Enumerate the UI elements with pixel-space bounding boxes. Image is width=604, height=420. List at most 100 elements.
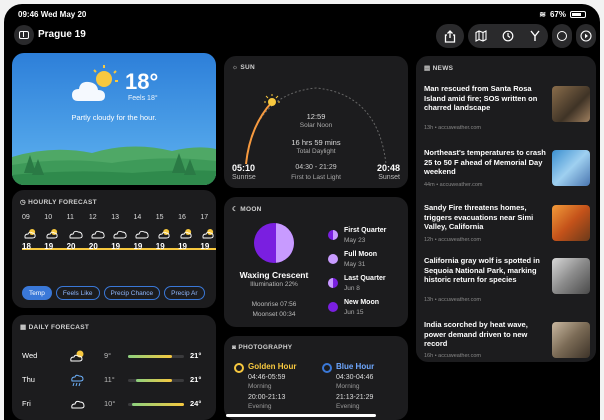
total-daylight: 16 hrs 59 mins	[291, 138, 341, 147]
partly-sunny-icon	[158, 229, 170, 239]
golden-morning-label: Morning	[248, 383, 272, 390]
hour-temperature: 20	[66, 242, 76, 251]
news-thumbnail	[552, 258, 590, 294]
share-button[interactable]	[439, 25, 461, 47]
feels-like-temperature: Feels 18°	[128, 95, 158, 102]
hour-label: 11	[66, 214, 74, 221]
sidebar-icon	[19, 31, 29, 39]
current-temperature: 18°	[125, 69, 159, 94]
day-low: 10°	[104, 399, 116, 408]
blue-hour-title: Blue Hour	[336, 362, 375, 371]
daily-title: DAILY FORECAST	[28, 324, 90, 331]
tab-precip-amount[interactable]: Precip Ar	[164, 286, 205, 300]
news-source: 12h • accuweather.com	[424, 237, 481, 243]
current-conditions-card[interactable]: 18° Feels 18° Partly cloudy for the hour…	[12, 53, 216, 185]
play-button[interactable]	[576, 25, 596, 47]
moonset-time: Moonset 00:34	[252, 311, 296, 318]
hour-labels: 09 10 11 12 13 14 15 16 17	[22, 214, 216, 221]
moon-phase-item: First Quarter May 23	[328, 227, 408, 249]
blue-morning-time: 04:30-04:46	[336, 374, 374, 381]
hour-label: 15	[155, 214, 164, 221]
hour-temperature: 19	[200, 242, 210, 251]
sun-card[interactable]: ☼ SUN 12:59 Solar Noon 16 hrs 59 mins To…	[224, 56, 408, 188]
hour-temperatures: 18 19 20 20 19 19 19 19 19	[22, 242, 216, 251]
calendar-icon: ▦	[20, 324, 27, 331]
camera-icon: ◙	[232, 344, 237, 351]
news-card[interactable]: ▤ NEWS Man rescued from Santa Rosa Islan…	[416, 56, 596, 362]
phase-date: Jun 8	[344, 285, 360, 292]
news-item[interactable]: Sandy Fire threatens homes, triggers eva…	[424, 203, 592, 247]
hour-temperature: 19	[111, 242, 121, 251]
status-time: 09:46	[18, 10, 39, 19]
battery-percent: 67%	[549, 10, 566, 19]
day-label: Fri	[22, 399, 31, 408]
news-source: 13h • accuweather.com	[424, 125, 481, 131]
news-source: 16h • accuweather.com	[424, 353, 481, 359]
hourly-forecast-card[interactable]: ◷ HOURLY FORECAST 09 10 11 12 13 14 15 1…	[12, 190, 216, 308]
news-thumbnail	[552, 322, 590, 358]
phase-date: May 23	[344, 237, 366, 244]
hour-temperature: 19	[133, 242, 143, 251]
radar-button-group	[552, 24, 572, 48]
day-low: 11°	[104, 375, 115, 384]
daily-row[interactable]: Wed 9° 21°	[22, 349, 212, 363]
temperature-range-bar	[128, 403, 184, 406]
last-quarter-icon	[328, 278, 338, 288]
news-thumbnail	[552, 205, 590, 241]
hour-temperature: 20	[88, 242, 98, 251]
fork-icon	[530, 30, 540, 41]
status-date: Wed May 20	[40, 10, 87, 19]
hour-label: 14	[133, 214, 142, 221]
daily-row[interactable]: Thu 11° 21°	[22, 373, 212, 387]
moon-title: MOON	[240, 206, 262, 213]
hour-label: 09	[22, 214, 30, 221]
cloud-icon	[135, 230, 150, 239]
history-button[interactable]	[497, 25, 519, 47]
hour-temperature: 19	[155, 242, 165, 251]
cloud-icon	[69, 230, 83, 239]
blue-evening-time: 21:13-21:29	[336, 394, 374, 401]
tab-feels-like[interactable]: Feels Like	[55, 286, 100, 300]
radar-button[interactable]	[552, 25, 572, 47]
view-button-group	[468, 24, 548, 48]
tab-precip-chance[interactable]: Precip Chance	[103, 286, 161, 300]
map-icon	[475, 30, 487, 42]
hour-label: 13	[111, 214, 119, 221]
golden-evening-time: 20:00-21:13	[248, 394, 286, 401]
temperature-range-fill	[136, 379, 172, 382]
daily-row[interactable]: Fri 10° 24°	[22, 397, 212, 411]
battery-icon	[570, 11, 586, 18]
day-high: 21°	[190, 375, 202, 384]
photography-title: PHOTOGRAPHY	[238, 344, 293, 351]
toolbar: Prague 19	[4, 22, 600, 52]
temperature-range-fill	[128, 355, 172, 358]
news-item[interactable]: Northeast's temperatures to crash 25 to …	[424, 148, 592, 192]
news-thumbnail	[552, 86, 590, 122]
moon-phase-item: New Moon Jun 15	[328, 299, 408, 321]
solar-noon-label: Solar Noon	[299, 122, 333, 129]
tab-temp[interactable]: Temp	[22, 286, 52, 300]
sun-position-marker	[268, 98, 276, 106]
daily-forecast-card[interactable]: ▦ DAILY FORECAST Wed 9° 21° Thu 11° 21° …	[12, 315, 216, 420]
hour-label: 17	[200, 214, 209, 221]
moon-card[interactable]: ☾ MOON Waxing Crescent Illumination 22% …	[224, 197, 408, 327]
newspaper-icon: ▤	[424, 65, 431, 72]
sidebar-toggle-button[interactable]	[14, 25, 34, 45]
hourly-metric-tabs: Temp Feels Like Precip Chance Precip Ar	[22, 286, 205, 300]
day-high: 24°	[190, 399, 202, 408]
news-item[interactable]: Man rescued from Santa Rosa Island amid …	[424, 84, 592, 136]
temperature-range-bar	[128, 379, 184, 382]
clock-icon: ◷	[20, 199, 26, 206]
golden-hour-icon	[234, 363, 244, 373]
forecast-split-button[interactable]	[524, 25, 546, 47]
news-title: NEWS	[432, 65, 454, 72]
photography-card[interactable]: ◙ PHOTOGRAPHY Golden Hour 04:46-05:59 Mo…	[224, 336, 408, 420]
day-high: 21°	[190, 351, 202, 360]
map-button[interactable]	[470, 25, 492, 47]
news-item[interactable]: California gray wolf is spotted in Sequo…	[424, 256, 592, 308]
news-source: 44m • accuweather.com	[424, 182, 483, 188]
current-summary: Partly cloudy for the hour.	[71, 113, 157, 122]
news-item[interactable]: India scorched by heat wave, power deman…	[424, 320, 592, 360]
hour-temperature: 19	[178, 242, 187, 251]
news-headline: California gray wolf is spotted in Sequo…	[424, 256, 540, 285]
